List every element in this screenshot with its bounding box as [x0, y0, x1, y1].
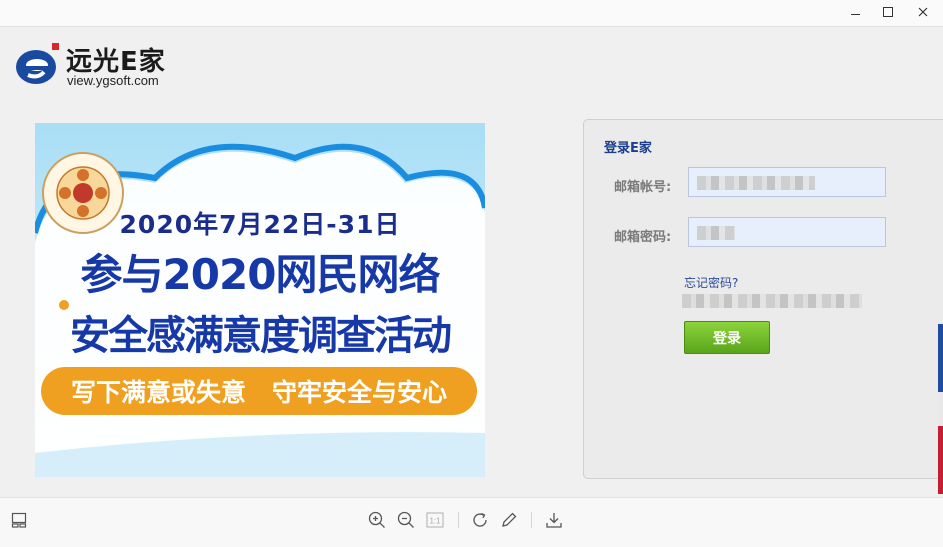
login-button[interactable]: 登录	[684, 321, 770, 354]
edit-button[interactable]	[498, 509, 520, 531]
zoom-in-icon	[368, 511, 385, 528]
layout-button[interactable]	[8, 509, 30, 531]
email-field[interactable]	[688, 167, 886, 197]
maximize-icon	[883, 7, 893, 17]
download-button[interactable]	[543, 509, 565, 531]
maximize-button[interactable]	[871, 0, 905, 24]
email-value-redacted	[697, 176, 815, 190]
password-label: 邮箱密码:	[614, 230, 672, 245]
minimize-button[interactable]	[838, 0, 872, 24]
download-icon	[546, 513, 562, 528]
redacted-notice	[682, 294, 862, 308]
toolbar-separator	[531, 512, 532, 528]
email-label: 邮箱帐号:	[614, 180, 672, 195]
rotate-icon	[473, 512, 487, 527]
zoom-out-button[interactable]	[395, 509, 417, 531]
logo-e-icon	[16, 43, 59, 84]
banner-slogan: 写下满意或失意 守牢安全与安心	[41, 367, 477, 415]
banner-headline-1: 参与2020网民网络	[80, 250, 441, 299]
close-icon	[918, 7, 928, 17]
close-button[interactable]	[906, 0, 940, 24]
brand-url: view.ygsoft.com	[67, 73, 159, 88]
login-title: 登录E家	[604, 141, 652, 156]
zoom-out-icon	[397, 511, 414, 528]
promo-banner: 2020年7月22日-31日 参与2020网民网络 安全感满意度调查活动 写下满…	[35, 123, 485, 477]
edit-icon	[502, 512, 517, 527]
actual-size-button[interactable]: 1:1	[424, 509, 446, 531]
toolbar-separator	[458, 512, 459, 528]
background-window-edge	[938, 324, 943, 494]
password-field[interactable]	[688, 217, 886, 247]
login-panel: 登录E家 邮箱帐号: 邮箱密码: 忘记密码? 登录	[583, 119, 943, 479]
brand-logo: 远光E家 view.ygsoft.com	[14, 39, 204, 89]
bottom-toolbar: 1:1	[0, 497, 943, 547]
banner-headline-2: 安全感满意度调查活动	[70, 313, 452, 359]
minimize-icon	[850, 13, 860, 15]
actual-size-text: 1:1	[429, 517, 441, 526]
password-value-redacted	[697, 226, 735, 240]
rotate-button[interactable]	[469, 509, 491, 531]
zoom-in-button[interactable]	[366, 509, 388, 531]
content-area: 远光E家 view.ygsoft.com 2020年7月22日-31日 参与20…	[0, 27, 943, 497]
actual-size-icon: 1:1	[426, 512, 444, 528]
title-bar	[0, 0, 943, 27]
banner-date: 2020年7月22日-31日	[119, 210, 401, 239]
forgot-password-link[interactable]: 忘记密码?	[684, 274, 738, 291]
layout-icon	[11, 512, 27, 528]
